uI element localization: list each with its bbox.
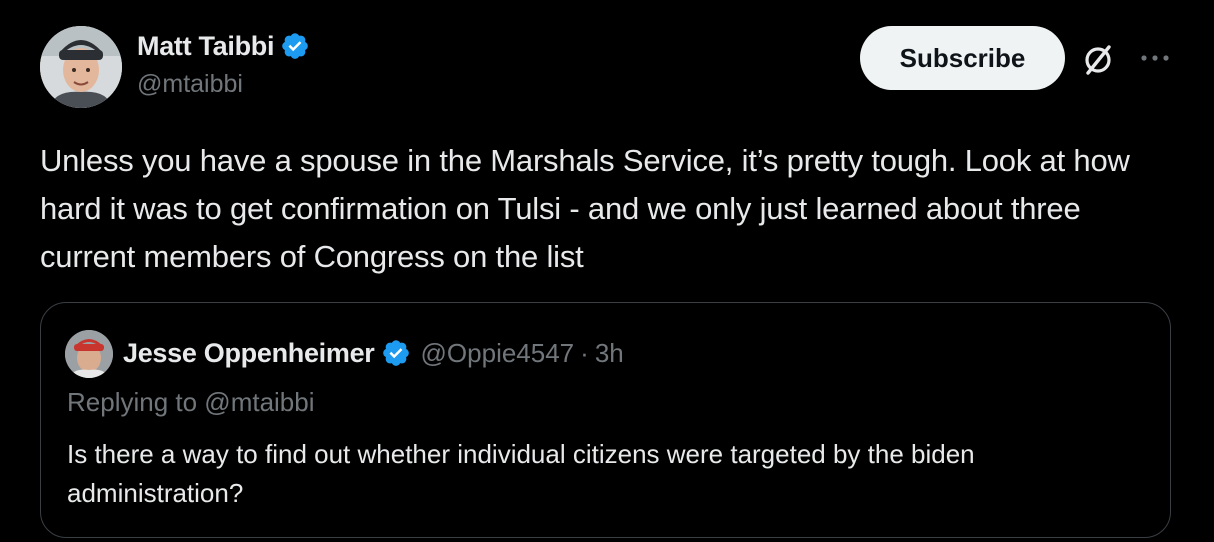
subscribe-button[interactable]: Subscribe [860, 26, 1065, 90]
author-handle[interactable]: @mtaibbi [137, 70, 310, 99]
more-options-icon[interactable] [1138, 46, 1172, 70]
separator-dot: · [580, 337, 589, 368]
quoted-tweet-text: Is there a way to find out whether indiv… [67, 439, 975, 508]
tweet: Matt Taibbi @mtaibbi Subscribe Unless yo… [0, 0, 1214, 542]
author-info: Matt Taibbi @mtaibbi [137, 28, 310, 99]
quoted-timestamp[interactable]: 3h [595, 338, 624, 369]
replying-to[interactable]: Replying to @mtaibbi [67, 387, 315, 418]
verified-badge-icon [382, 340, 409, 366]
quoted-tweet[interactable]: Jesse Oppenheimer @Oppie4547 · 3h Replyi… [40, 302, 1171, 538]
tweet-text: Unless you have a spouse in the Marshals… [40, 143, 1130, 274]
quoted-display-name[interactable]: Jesse Oppenheimer [123, 338, 375, 369]
author-avatar[interactable] [40, 26, 122, 108]
author-name-row: Matt Taibbi [137, 28, 310, 64]
author-display-name[interactable]: Matt Taibbi [137, 31, 274, 62]
quoted-handle[interactable]: @Oppie4547 [421, 338, 575, 369]
grok-icon[interactable] [1080, 42, 1116, 78]
quoted-author-avatar[interactable] [65, 330, 113, 378]
quoted-header: Jesse Oppenheimer @Oppie4547 · 3h [123, 333, 624, 373]
verified-badge-icon [282, 33, 308, 59]
